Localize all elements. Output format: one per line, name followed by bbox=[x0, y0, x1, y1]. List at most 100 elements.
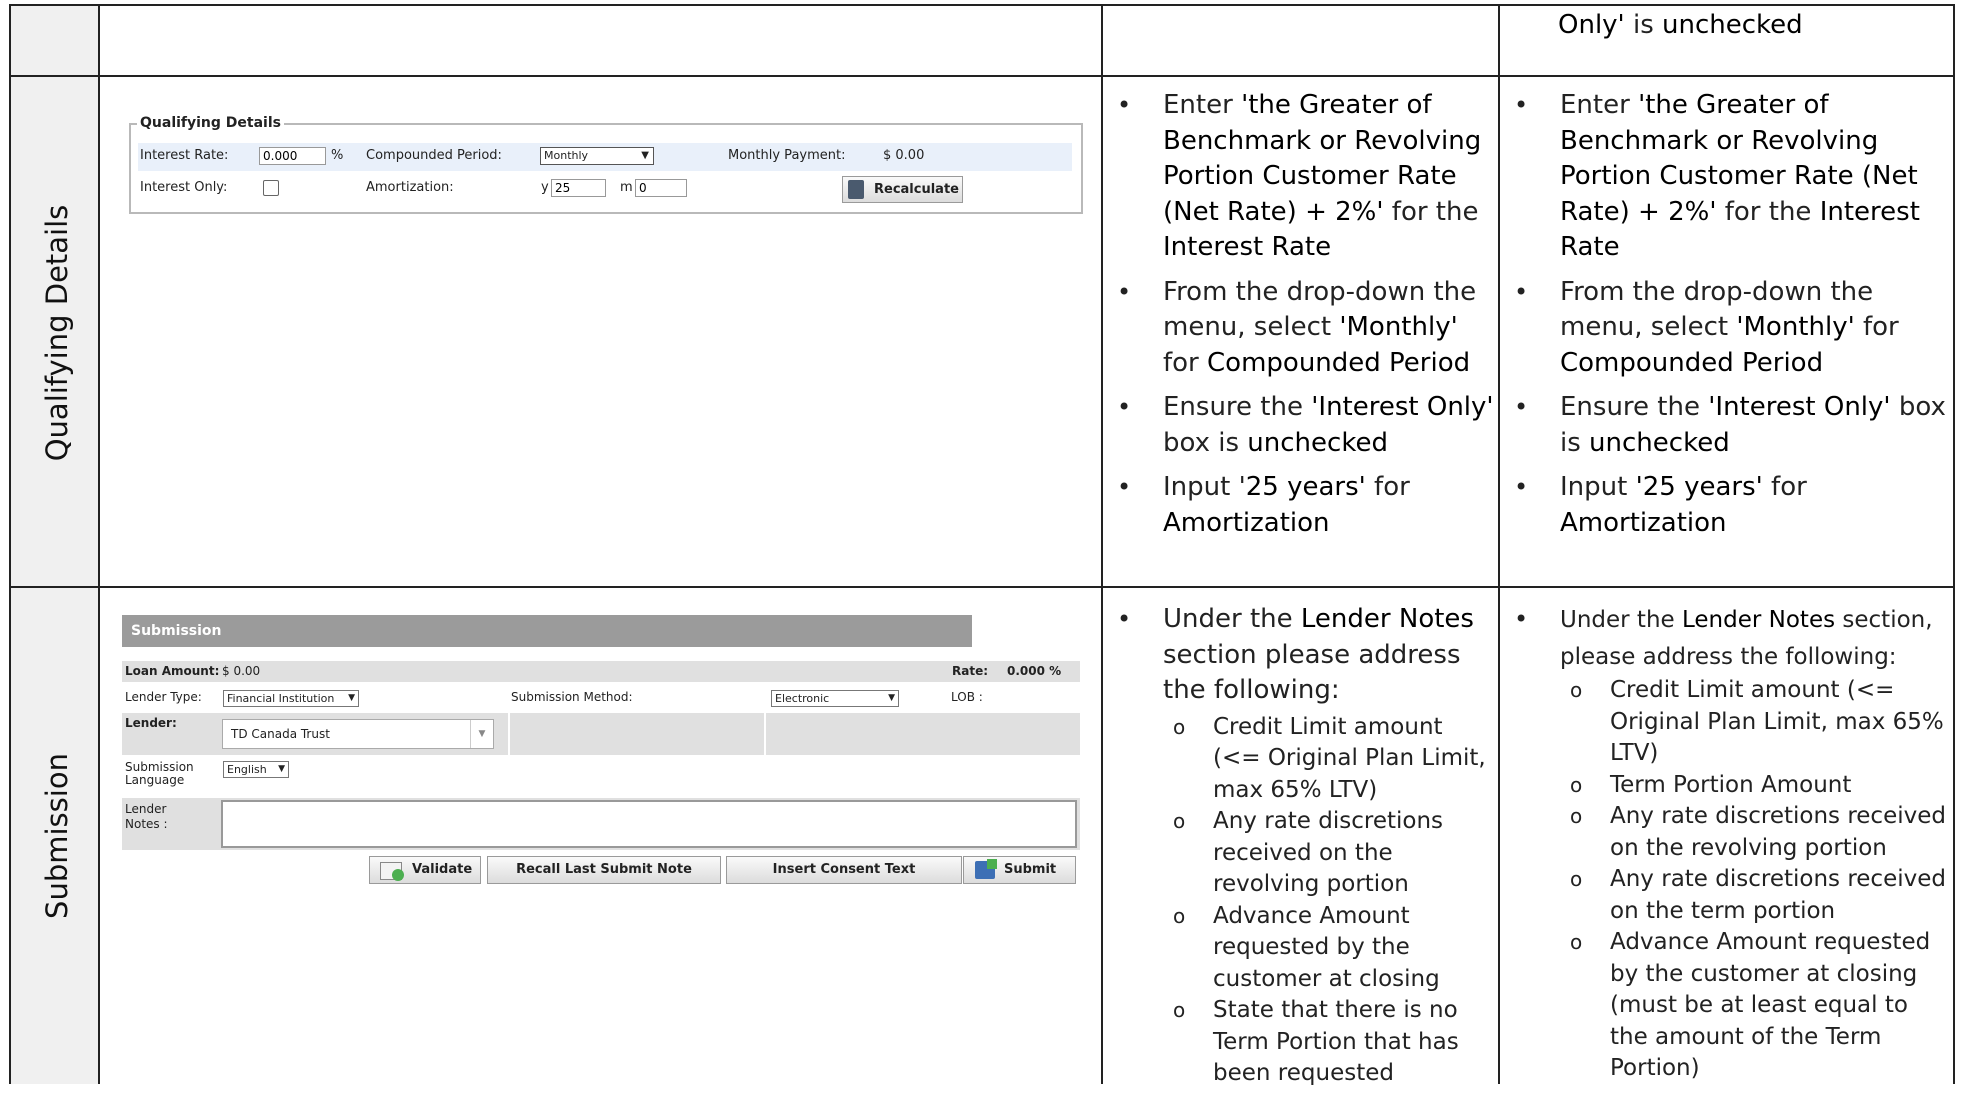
amortization-years-prefix: y bbox=[541, 180, 549, 195]
interest-rate-label: Interest Rate: bbox=[140, 148, 229, 163]
submission-language-label: Submission Language bbox=[125, 760, 194, 787]
interest-only-label: Interest Only: bbox=[140, 180, 228, 195]
list-item-segment: 'Interest Only' bbox=[1311, 392, 1494, 422]
qualifying-details-panel: Qualifying Details Interest Rate: % Comp… bbox=[129, 115, 1083, 214]
validate-button[interactable]: Validate bbox=[369, 856, 481, 884]
list-item-segment: Compounded Period bbox=[1560, 347, 1824, 378]
list-item-segment: Ensure the bbox=[1163, 392, 1312, 422]
table-border-top bbox=[10, 4, 1955, 6]
lob-label: LOB : bbox=[951, 690, 983, 704]
sub-list-item: Any rate discretions received on the rev… bbox=[1163, 806, 1497, 901]
lender-notes-textarea[interactable] bbox=[221, 800, 1077, 848]
submit-button[interactable]: Submit bbox=[963, 856, 1076, 884]
list-item: Enter 'the Greater of Benchmark or Revol… bbox=[1105, 88, 1497, 266]
list-item-segment: Amortization bbox=[1560, 507, 1727, 538]
amortization-years-input[interactable] bbox=[551, 179, 606, 197]
compounded-period-label: Compounded Period: bbox=[366, 148, 502, 163]
submission-language-select[interactable]: English ▼ bbox=[223, 761, 289, 778]
col-divider-0 bbox=[9, 4, 11, 1084]
submission-method-value: Electronic bbox=[775, 692, 830, 705]
side-label-submission: Submission bbox=[40, 753, 74, 919]
list-item: Under the Lender Notes section, please a… bbox=[1502, 602, 1952, 1085]
list-item: Under the Lender Notes section please ad… bbox=[1105, 602, 1497, 1090]
lender-combo[interactable]: TD Canada Trust ▼ bbox=[222, 719, 494, 749]
chevron-down-icon: ▼ bbox=[641, 150, 649, 161]
validate-label: Validate bbox=[412, 862, 473, 877]
chevron-down-icon: ▼ bbox=[278, 764, 285, 774]
chevron-down-icon: ▼ bbox=[348, 693, 355, 703]
list-item-segment: 'Interest Only' bbox=[1708, 392, 1891, 422]
insert-consent-text-button[interactable]: Insert Consent Text bbox=[726, 856, 962, 884]
amortization-label: Amortization: bbox=[366, 180, 454, 195]
submission-instructions-col4: Under the Lender Notes section, please a… bbox=[1502, 602, 1952, 1094]
insert-consent-text-label: Insert Consent Text bbox=[772, 862, 916, 877]
list-item: Input '25 years' for Amortization bbox=[1105, 470, 1497, 541]
submission-instructions-col3: Under the Lender Notes section please ad… bbox=[1105, 602, 1497, 1099]
list-item-segment: for the bbox=[1716, 196, 1820, 227]
list-item: From the drop-down the menu, select 'Mon… bbox=[1502, 275, 1952, 382]
recalculate-button[interactable]: Recalculate bbox=[842, 176, 963, 203]
row-divider-2 bbox=[10, 586, 1955, 588]
list-item: Input '25 years' for Amortization bbox=[1502, 470, 1952, 541]
submission-panel: Submission Loan Amount: $ 0.00 Rate: 0.0… bbox=[122, 615, 1082, 885]
lender-label: Lender: bbox=[125, 716, 177, 730]
list-item-segment: Interest Rate bbox=[1163, 232, 1332, 262]
validate-check-icon bbox=[392, 869, 404, 881]
list-item: Ensure the 'Interest Only' box is unchec… bbox=[1502, 390, 1952, 461]
qualifying-instructions-col4: Enter 'the Greater of Benchmark or Revol… bbox=[1502, 88, 1952, 550]
chevron-down-icon: ▼ bbox=[888, 693, 895, 703]
list-item-segment: for bbox=[1854, 312, 1899, 342]
qualifying-instructions-col3: Enter 'the Greater of Benchmark or Revol… bbox=[1105, 88, 1497, 550]
list-item-segment: 'Monthly' bbox=[1736, 312, 1855, 342]
top-row-right-text: Only' is unchecked bbox=[1558, 10, 1803, 40]
list-item-segment: for the bbox=[1383, 196, 1479, 227]
compounded-period-select[interactable]: Monthly ▼ bbox=[540, 147, 654, 165]
list-item-segment: Enter bbox=[1560, 90, 1639, 120]
interest-rate-input[interactable] bbox=[259, 147, 326, 165]
list-item-segment: unchecked bbox=[1247, 427, 1388, 458]
submission-language-value: English bbox=[227, 763, 267, 776]
lender-row-separator bbox=[764, 713, 766, 755]
percent-symbol: % bbox=[331, 148, 344, 163]
submission-method-select[interactable]: Electronic ▼ bbox=[771, 690, 899, 707]
list-item-segment: Enter bbox=[1163, 90, 1242, 120]
submission-header: Submission bbox=[122, 615, 972, 647]
sub-list-item: Credit Limit amount (<= Original Plan Li… bbox=[1163, 712, 1497, 807]
row-divider-1 bbox=[10, 75, 1955, 77]
qualifying-details-legend: Qualifying Details bbox=[137, 115, 284, 131]
compounded-period-value: Monthly bbox=[544, 149, 589, 162]
list-item: From the drop-down the menu, select 'Mon… bbox=[1105, 275, 1497, 382]
amortization-months-input[interactable] bbox=[635, 179, 687, 197]
recall-last-submit-note-button[interactable]: Recall Last Submit Note bbox=[487, 856, 721, 884]
list-item-segment: Ensure the bbox=[1560, 392, 1709, 422]
list-item-segment: for bbox=[1365, 472, 1410, 502]
list-item: Ensure the 'Interest Only' box is unchec… bbox=[1105, 390, 1497, 461]
list-item: Enter 'the Greater of Benchmark or Revol… bbox=[1502, 88, 1952, 266]
submit-label: Submit bbox=[1004, 862, 1057, 877]
col-divider-2 bbox=[1101, 4, 1103, 1084]
list-item-segment: 'Monthly' bbox=[1339, 312, 1458, 342]
lender-type-value: Financial Institution bbox=[227, 692, 335, 705]
col-divider-1 bbox=[98, 4, 100, 1084]
list-item-segment: '25 years' bbox=[1635, 472, 1763, 502]
list-item-segment: unchecked bbox=[1589, 427, 1730, 458]
recalculate-label: Recalculate bbox=[874, 182, 959, 197]
lender-type-label: Lender Type: bbox=[125, 690, 202, 704]
amortization-months-prefix: m bbox=[620, 180, 633, 195]
interest-only-checkbox[interactable] bbox=[263, 180, 279, 196]
rate-value: 0.000 % bbox=[1007, 664, 1062, 678]
lender-row-separator bbox=[508, 713, 510, 755]
submit-arrow-icon bbox=[987, 859, 997, 869]
sub-list-item: Any rate discretions received on the rev… bbox=[1560, 801, 1952, 864]
monthly-payment-value: $ 0.00 bbox=[883, 148, 925, 163]
lender-type-select[interactable]: Financial Institution ▼ bbox=[223, 690, 359, 707]
loan-amount-row bbox=[122, 661, 1080, 682]
chevron-down-icon: ▼ bbox=[470, 720, 493, 748]
monthly-payment-label: Monthly Payment: bbox=[728, 148, 846, 163]
side-label-qualifying-details: Qualifying Details bbox=[40, 204, 74, 462]
list-item-segment: Compounded Period bbox=[1207, 347, 1471, 378]
sub-list-item: Advance Amount requested by the customer… bbox=[1163, 901, 1497, 996]
list-item-segment: 25 years' bbox=[1245, 472, 1366, 502]
list-item-segment: Input ' bbox=[1163, 472, 1246, 502]
recall-last-submit-note-label: Recall Last Submit Note bbox=[516, 862, 692, 877]
